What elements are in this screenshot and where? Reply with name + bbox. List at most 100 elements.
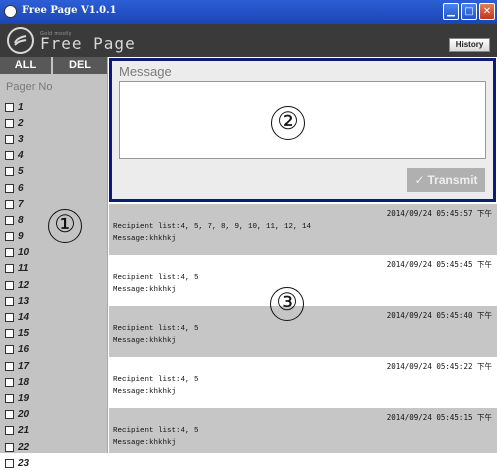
- maximize-button[interactable]: □: [461, 3, 477, 20]
- pager-header: Pager No: [6, 81, 53, 93]
- pager-item[interactable]: 13: [5, 293, 103, 309]
- transmit-button[interactable]: ✓ Transmit: [407, 168, 485, 192]
- pager-item[interactable]: 7: [5, 196, 103, 212]
- pager-checkbox[interactable]: [5, 410, 14, 420]
- pager-number: 20: [18, 409, 30, 421]
- app-header: Gold mostly Free Page: [0, 24, 497, 57]
- check-icon: ✓: [414, 173, 425, 187]
- history-recipients: Recipient list:4, 5: [113, 325, 199, 333]
- transmit-label: Transmit: [427, 173, 478, 187]
- history-list[interactable]: 2014/09/24 05:45:57 下午 Recipient list:4, …: [109, 204, 497, 453]
- tab-del[interactable]: DEL: [53, 57, 107, 74]
- history-timestamp: 2014/09/24 05:45:15 下午: [386, 413, 492, 422]
- history-message: Message:khkhkj: [113, 286, 177, 294]
- logo-name: Free Page: [40, 34, 136, 53]
- pager-number: 1: [18, 101, 24, 113]
- pager-checkbox[interactable]: [5, 151, 14, 161]
- pager-item[interactable]: 14: [5, 309, 103, 325]
- annotation-marker-3: ③: [270, 287, 304, 321]
- pager-checkbox[interactable]: [5, 458, 14, 468]
- pager-checkbox[interactable]: [5, 313, 14, 323]
- pager-number: 11: [18, 263, 29, 275]
- history-entry[interactable]: 2014/09/24 05:45:22 下午 Recipient list:4, …: [109, 357, 497, 408]
- pager-number: 4: [18, 150, 24, 162]
- pager-number: 10: [18, 247, 30, 259]
- pager-checkbox[interactable]: [5, 442, 14, 452]
- history-message: Message:khkhkj: [113, 439, 177, 447]
- pager-item[interactable]: 12: [5, 277, 103, 293]
- pager-checkbox[interactable]: [5, 183, 14, 193]
- pager-number: 7: [18, 198, 24, 210]
- pager-checkbox[interactable]: [5, 167, 14, 177]
- pager-checkbox[interactable]: [5, 393, 14, 403]
- pager-checkbox[interactable]: [5, 199, 14, 209]
- pager-checkbox[interactable]: [5, 215, 14, 225]
- pager-number: 23: [18, 457, 30, 469]
- pager-number: 8: [18, 214, 24, 226]
- message-label: Message: [119, 64, 172, 79]
- pager-item[interactable]: 16: [5, 342, 103, 358]
- pager-checkbox[interactable]: [5, 102, 14, 112]
- history-recipients: Recipient list:4, 5: [113, 274, 199, 282]
- pager-checkbox[interactable]: [5, 377, 14, 387]
- pager-checkbox[interactable]: [5, 248, 14, 258]
- pager-item[interactable]: 2: [5, 115, 103, 131]
- history-recipients: Recipient list:4, 5, 7, 8, 9, 10, 11, 12…: [113, 223, 312, 231]
- pager-checkbox[interactable]: [5, 296, 14, 306]
- history-button[interactable]: History: [449, 38, 490, 52]
- pager-item[interactable]: 18: [5, 374, 103, 390]
- pager-checkbox[interactable]: [5, 232, 14, 242]
- pager-item[interactable]: 3: [5, 131, 103, 147]
- history-message: Message:khkhkj: [113, 388, 177, 396]
- history-timestamp: 2014/09/24 05:45:22 下午: [386, 362, 492, 371]
- pager-number: 21: [18, 425, 30, 437]
- pager-number: 3: [18, 133, 24, 145]
- pager-checkbox[interactable]: [5, 118, 14, 128]
- pager-item[interactable]: 11: [5, 261, 103, 277]
- history-entry[interactable]: 2014/09/24 05:45:40 下午 Recipient list:4, …: [109, 306, 497, 357]
- pager-number: 12: [18, 279, 30, 291]
- history-timestamp: 2014/09/24 05:45:57 下午: [386, 209, 492, 218]
- title-bar: Free Page V1.0.1 ▁ □ ✕: [0, 0, 497, 24]
- pager-item[interactable]: 6: [5, 180, 103, 196]
- annotation-marker-2: ②: [271, 106, 305, 140]
- history-timestamp: 2014/09/24 05:45:40 下午: [386, 311, 492, 320]
- annotation-marker-1: ①: [48, 209, 82, 243]
- pager-checkbox[interactable]: [5, 280, 14, 290]
- pager-item[interactable]: 10: [5, 245, 103, 261]
- history-entry[interactable]: 2014/09/24 05:45:15 下午 Recipient list:4, …: [109, 408, 497, 453]
- pager-sidebar: ALL DEL Pager No 1 2 3 4 5 6 7 8 9 10 11 12 13 14 15 16…: [0, 57, 108, 469]
- close-button[interactable]: ✕: [479, 3, 495, 20]
- pager-item[interactable]: 1: [5, 99, 103, 115]
- pager-number: 13: [18, 295, 30, 307]
- history-entry[interactable]: 2014/09/24 05:45:57 下午 Recipient list:4, …: [109, 204, 497, 255]
- pager-number: 22: [18, 441, 30, 453]
- pager-checkbox[interactable]: [5, 361, 14, 371]
- pager-checkbox[interactable]: [5, 426, 14, 436]
- pager-checkbox[interactable]: [5, 134, 14, 144]
- pager-number: 17: [18, 360, 30, 372]
- pager-item[interactable]: 21: [5, 423, 103, 439]
- pager-checkbox[interactable]: [5, 329, 14, 339]
- pager-item[interactable]: 20: [5, 407, 103, 423]
- app-icon: [4, 5, 17, 18]
- pager-list: 1 2 3 4 5 6 7 8 9 10 11 12 13 14 15 16 17 18 19 20 21 22 23: [5, 99, 103, 471]
- pager-item[interactable]: 15: [5, 326, 103, 342]
- pager-item[interactable]: 23: [5, 455, 103, 471]
- pager-item[interactable]: 4: [5, 148, 103, 164]
- history-recipients: Recipient list:4, 5: [113, 376, 199, 384]
- pager-item[interactable]: 5: [5, 164, 103, 180]
- pager-number: 9: [18, 231, 24, 243]
- pager-number: 14: [18, 312, 30, 324]
- tab-all[interactable]: ALL: [0, 57, 51, 74]
- pager-item[interactable]: 17: [5, 358, 103, 374]
- pager-number: 16: [18, 344, 30, 356]
- pager-checkbox[interactable]: [5, 345, 14, 355]
- pager-number: 6: [18, 182, 24, 194]
- pager-item[interactable]: 19: [5, 390, 103, 406]
- logo-icon: [7, 27, 34, 54]
- pager-number: 2: [18, 117, 24, 129]
- pager-checkbox[interactable]: [5, 264, 14, 274]
- minimize-button[interactable]: ▁: [443, 3, 459, 20]
- pager-number: 5: [18, 166, 24, 178]
